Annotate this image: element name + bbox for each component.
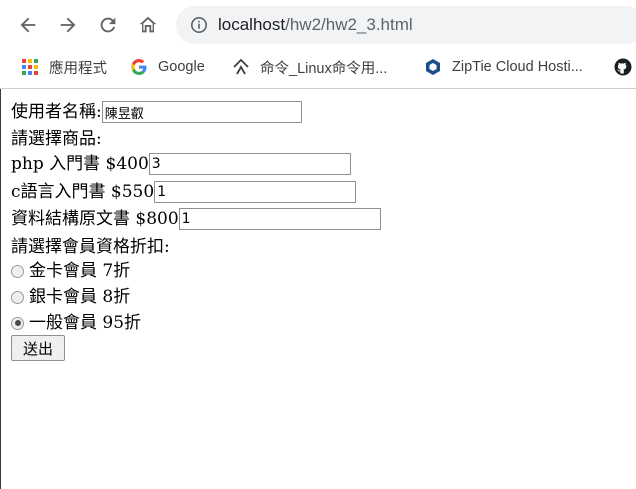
products-heading-row: 請選擇商品: [11,126,102,152]
github-icon [614,58,632,76]
discount-radio[interactable] [11,264,24,278]
discount-radio[interactable] [11,290,24,304]
discount-option-gold[interactable]: 金卡會員 7折 [4,258,130,284]
home-button[interactable] [130,8,166,42]
url-text: localhost/hw2/hw2_3.html [218,15,413,35]
bookmark-apps[interactable]: 應用程式 [21,50,107,84]
discount-option-regular[interactable]: 一般會員 95折 [4,310,141,336]
discount-option-silver[interactable]: 銀卡會員 8折 [4,284,130,310]
bookmark-linux-command[interactable]: 命令_Linux命令用... [232,50,387,84]
bookmark-label: 應用程式 [49,60,107,77]
page-content: 使用者名稱: 請選擇商品: php 入門書 $400 c語言入門書 $550 資… [0,89,636,489]
discount-heading: 請選擇會員資格折扣: [11,237,170,257]
url-path: /hw2/hw2_3.html [285,15,413,34]
product-quantity-input[interactable] [154,181,357,203]
username-input[interactable] [101,101,302,123]
forward-button[interactable] [50,8,86,42]
product-quantity-input[interactable] [148,153,351,175]
linux-command-icon [233,58,249,75]
apps-grid-icon [22,59,38,75]
bookmark-label: Google [158,59,205,75]
bookmark-label: 命令_Linux命令用... [260,60,388,77]
discount-label: 金卡會員 7折 [29,261,131,281]
bookmark-label: ZipTie Cloud Hosti... [452,59,583,75]
bookmarks-bar: 應用程式 Google 命令_Linux命令用... ZipTie Cloud … [0,50,636,89]
product-row-php: php 入門書 $400 [11,151,351,177]
home-icon [139,16,157,33]
product-row-c: c語言入門書 $550 [11,179,357,205]
ziptie-icon [426,59,440,75]
address-bar[interactable]: localhost/hw2/hw2_3.html [176,6,636,44]
back-button[interactable] [10,8,46,42]
reload-icon [100,17,116,33]
discount-label: 一般會員 95折 [29,313,142,333]
browser-toolbar: localhost/hw2/hw2_3.html [0,0,636,50]
bookmark-ziptie[interactable]: ZipTie Cloud Hosti... [424,50,583,84]
discount-radio[interactable] [11,316,24,330]
product-label: 資料結構原文書 $800 [11,209,179,229]
url-host: localhost [218,15,286,34]
discount-label: 銀卡會員 8折 [29,287,131,307]
username-row: 使用者名稱: [11,99,302,125]
submit-button[interactable]: 送出 [11,335,65,361]
bookmark-google[interactable]: Google [130,50,205,84]
discount-heading-row: 請選擇會員資格折扣: [11,234,170,260]
back-arrow-icon [20,17,36,33]
info-icon[interactable] [190,16,208,34]
product-label: php 入門書 $400 [11,154,149,174]
reload-button[interactable] [90,8,126,42]
product-label: c語言入門書 $550 [11,182,155,202]
products-heading: 請選擇商品: [11,129,102,149]
username-label: 使用者名稱: [11,102,102,122]
bookmark-github[interactable] [614,50,636,84]
product-quantity-input[interactable] [178,208,381,230]
google-icon [131,59,147,75]
product-row-data-structures: 資料結構原文書 $800 [11,206,381,232]
forward-arrow-icon [60,17,76,33]
